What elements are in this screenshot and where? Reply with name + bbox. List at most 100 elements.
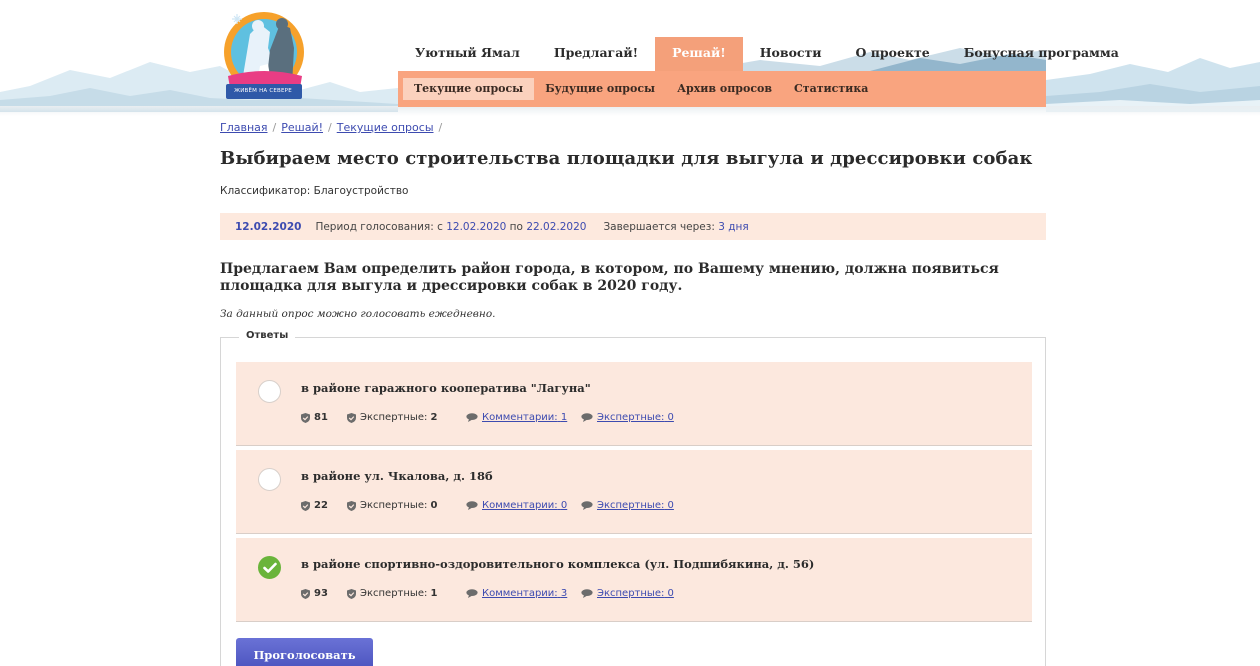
expert-votes-count: 2 (430, 412, 438, 423)
nav-item-about[interactable]: О проекте (839, 37, 947, 71)
poll-date: 12.02.2020 (235, 220, 302, 233)
expert-votes-stat: Экспертные: 1 (347, 588, 466, 599)
nav-item-decide[interactable]: Решай! (655, 37, 743, 71)
comments-link[interactable]: Комментарии: 0 (482, 500, 567, 511)
shield-icon (347, 412, 356, 423)
breadcrumb-link-home[interactable]: Главная (220, 121, 268, 134)
expert-votes-stat: Экспертные: 0 (347, 500, 466, 511)
answer-radio[interactable] (258, 468, 281, 491)
ends-label: Завершается через: (603, 220, 715, 233)
shield-icon (301, 500, 310, 511)
breadcrumb-link-decide[interactable]: Решай! (281, 121, 323, 134)
main-content: Главная / Решай! / Текущие опросы / Выбираем … (220, 118, 1046, 666)
expert-votes-count: 1 (430, 588, 438, 599)
answer-stats: 81 Экспертные: 2 Комментарии: 1 Экспертн… (301, 412, 674, 423)
vote-button[interactable]: Проголосовать (236, 638, 373, 666)
period-from: 12.02.2020 (446, 220, 507, 233)
comments-count: 1 (560, 412, 568, 423)
expert-comments-link-label: Экспертные: (597, 500, 665, 511)
answer-title: в районе ул. Чкалова, д. 18б (301, 469, 493, 483)
comments-stat: Комментарии: 1 (466, 412, 581, 423)
expert-votes-label: Экспертные: (360, 588, 428, 599)
comment-icon (581, 501, 593, 510)
expert-comments-link[interactable]: Экспертные: 0 (597, 588, 674, 599)
answer-stats: 93 Экспертные: 1 Комментарии: 3 Экспертн… (301, 588, 674, 599)
comment-icon (466, 501, 478, 510)
expert-comments-link-label: Экспертные: (597, 588, 665, 599)
logo-caption: ЖИВЁМ НА СЕВЕРЕ (234, 88, 292, 94)
answer-radio-checked[interactable] (258, 556, 281, 579)
expert-votes-count: 0 (430, 500, 438, 511)
comment-icon (466, 589, 478, 598)
expert-votes-stat: Экспертные: 2 (347, 412, 466, 423)
period-to: 22.02.2020 (526, 220, 587, 233)
subnav-item-poll-archive[interactable]: Архив опросов (666, 78, 783, 100)
expert-votes-label: Экспертные: (360, 500, 428, 511)
comments-link-label: Комментарии: (482, 588, 558, 599)
breadcrumb: Главная / Решай! / Текущие опросы / (220, 118, 1046, 138)
poll-classifier: Классификатор: Благоустройство (220, 185, 409, 197)
shield-icon (347, 500, 356, 511)
breadcrumb-separator: / (328, 121, 332, 134)
answer-radio[interactable] (258, 380, 281, 403)
subnav-item-statistics[interactable]: Статистика (783, 78, 879, 100)
comment-icon (466, 413, 478, 422)
answer-stats: 22 Экспертные: 0 Комментарии: 0 Экспертн… (301, 500, 674, 511)
expert-comments-stat: Экспертные: 0 (581, 412, 674, 423)
votes-count: 81 (314, 412, 328, 423)
shield-icon (301, 588, 310, 599)
voting-period-bar: 12.02.2020 Период голосования: с 12.02.2… (220, 213, 1046, 240)
comments-link-label: Комментарии: (482, 412, 558, 423)
main-nav: Уютный Ямал Предлагай! Решай! Новости О … (398, 37, 1136, 71)
poll-question: Предлагаем Вам определить район города, … (220, 261, 999, 294)
shield-icon (347, 588, 356, 599)
votes-count: 22 (314, 500, 328, 511)
votes-stat: 22 (301, 500, 347, 511)
ends-value: 3 дня (718, 220, 749, 233)
votes-stat: 93 (301, 588, 347, 599)
expert-comments-stat: Экспертные: 0 (581, 500, 674, 511)
check-icon (263, 562, 277, 573)
expert-comments-link[interactable]: Экспертные: 0 (597, 500, 674, 511)
answers-fieldset: Ответы в районе гаражного кооператива "Л… (220, 330, 1046, 666)
expert-comments-count: 0 (667, 588, 674, 599)
expert-comments-stat: Экспертные: 0 (581, 588, 674, 599)
expert-comments-count: 0 (667, 412, 674, 423)
page-title: Выбираем место строительства площадки дл… (220, 148, 1033, 169)
answer-option[interactable]: в районе спортивно-оздоровительного комп… (236, 538, 1032, 622)
poll-note: За данный опрос можно голосовать ежеднев… (220, 308, 496, 320)
comments-count: 0 (560, 500, 568, 511)
nav-item-propose[interactable]: Предлагай! (537, 37, 655, 71)
shield-icon (301, 412, 310, 423)
expert-votes-label: Экспертные: (360, 412, 428, 423)
breadcrumb-link-current-polls[interactable]: Текущие опросы (337, 121, 434, 134)
subnav-item-future-polls[interactable]: Будущие опросы (534, 78, 666, 100)
answer-option[interactable]: в районе гаражного кооператива "Лагуна" … (236, 362, 1032, 446)
sub-nav: Текущие опросы Будущие опросы Архив опро… (398, 71, 1046, 107)
expert-comments-link-label: Экспертные: (597, 412, 665, 423)
comment-icon (581, 589, 593, 598)
comments-stat: Комментарии: 3 (466, 588, 581, 599)
answers-legend: Ответы (239, 330, 296, 341)
answer-title: в районе спортивно-оздоровительного комп… (301, 557, 815, 571)
answer-option[interactable]: в районе ул. Чкалова, д. 18б 22 Экспертн… (236, 450, 1032, 534)
nav-item-cozy-yamal[interactable]: Уютный Ямал (398, 37, 537, 71)
period-to-label: по (509, 220, 523, 233)
expert-comments-count: 0 (667, 500, 674, 511)
comment-icon (581, 413, 593, 422)
subnav-item-current-polls[interactable]: Текущие опросы (403, 78, 535, 100)
period-label: Период голосования: с (315, 220, 443, 233)
comments-link[interactable]: Комментарии: 3 (482, 588, 567, 599)
comments-link-label: Комментарии: (482, 500, 558, 511)
nav-item-news[interactable]: Новости (743, 37, 839, 71)
answer-title: в районе гаражного кооператива "Лагуна" (301, 381, 591, 395)
expert-comments-link[interactable]: Экспертные: 0 (597, 412, 674, 423)
breadcrumb-separator: / (272, 121, 277, 134)
votes-stat: 81 (301, 412, 347, 423)
comments-link[interactable]: Комментарии: 1 (482, 412, 567, 423)
site-logo[interactable]: ЖИВЁМ НА СЕВЕРЕ (220, 4, 310, 104)
breadcrumb-separator: / (438, 121, 443, 134)
header-shadow (0, 106, 1260, 116)
comments-stat: Комментарии: 0 (466, 500, 581, 511)
nav-item-bonus[interactable]: Бонусная программа (947, 37, 1136, 71)
